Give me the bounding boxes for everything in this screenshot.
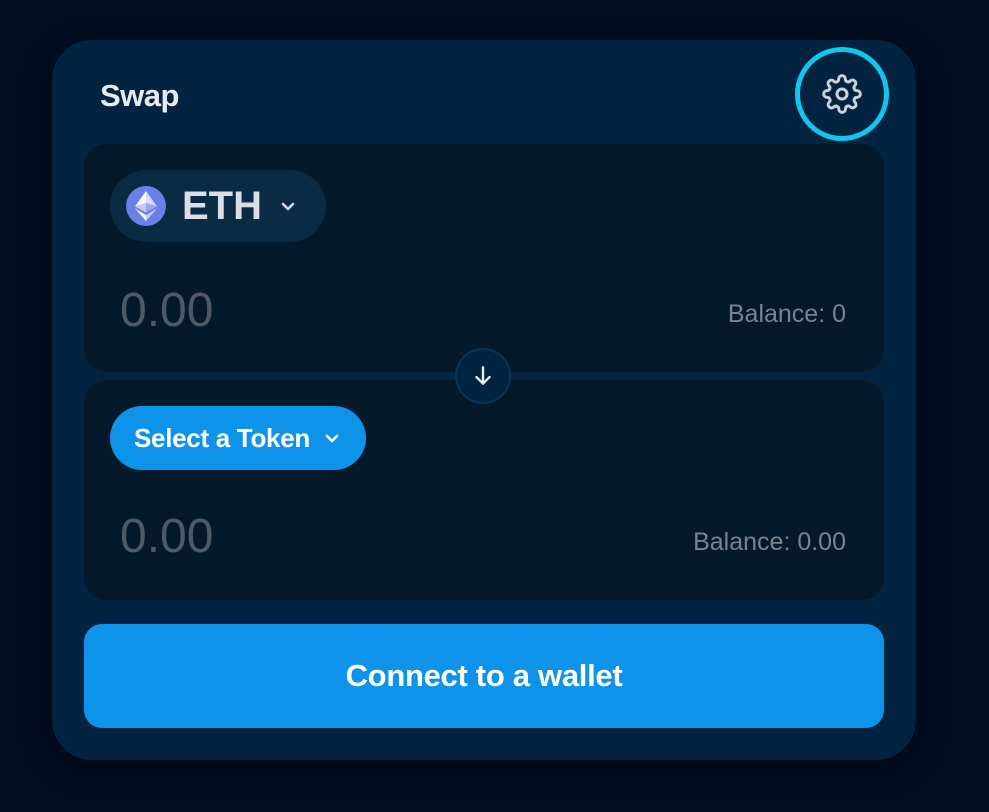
swap-title: Swap <box>100 78 179 113</box>
from-balance: Balance: 0 <box>727 300 846 328</box>
select-token-button[interactable]: Select a Token <box>110 406 366 470</box>
settings-button[interactable] <box>795 47 889 141</box>
select-token-label: Select a Token <box>134 422 310 453</box>
chevron-down-icon <box>278 196 298 216</box>
switch-tokens-button[interactable] <box>455 348 511 404</box>
connect-wallet-button[interactable]: Connect to a wallet <box>84 624 884 728</box>
from-token-panel: ETH Balance: 0 <box>84 144 884 372</box>
from-token-selector[interactable]: ETH <box>110 170 326 242</box>
to-balance: Balance: 0.00 <box>693 528 846 556</box>
from-amount-input[interactable] <box>120 280 460 340</box>
gear-icon <box>822 74 862 114</box>
arrow-down-icon <box>475 366 491 385</box>
ethereum-icon <box>126 186 166 226</box>
to-amount-input[interactable] <box>120 506 460 566</box>
swap-card: Swap ETH 0.00 Balance: 0 Select a Token … <box>52 40 916 760</box>
connect-wallet-label: Connect to a wallet <box>345 658 623 693</box>
from-token-symbol: ETH <box>182 183 262 228</box>
chevron-down-icon <box>322 428 342 448</box>
to-token-panel: Select a Token Balance: 0.00 <box>84 380 884 600</box>
